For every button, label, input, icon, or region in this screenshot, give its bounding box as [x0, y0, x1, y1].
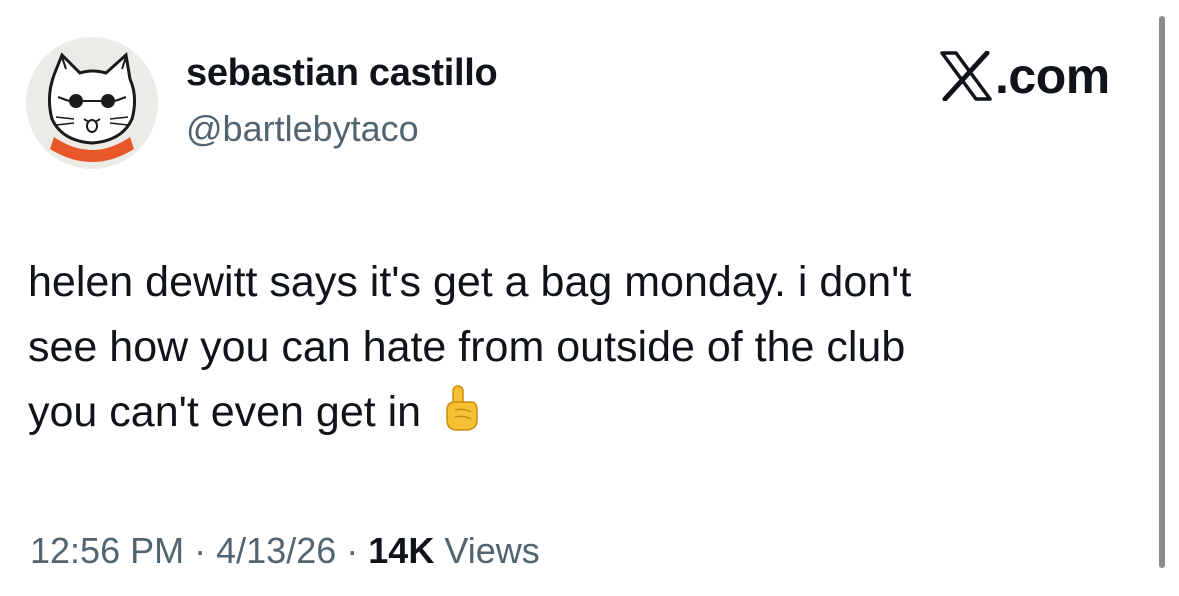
meta-separator: ·	[194, 530, 207, 571]
x-com-watermark: .com	[940, 46, 1110, 106]
views-label[interactable]: Views	[444, 530, 539, 571]
tweet-time[interactable]: 12:56 PM	[30, 530, 184, 571]
tweet-line: see how you can hate from outside of the…	[28, 323, 906, 371]
brand-domain-suffix: .com	[995, 48, 1110, 104]
scrollbar[interactable]	[1159, 16, 1165, 568]
meta-separator: ·	[346, 530, 359, 571]
tweet-line: helen dewitt says it's get a bag monday.…	[28, 258, 912, 306]
views-count[interactable]: 14K	[368, 530, 434, 571]
tweet-line-last: you can't even get in	[28, 380, 1108, 451]
author-display-name[interactable]: sebastian castillo	[186, 52, 498, 95]
cat-avatar-icon	[47, 52, 137, 162]
tweet-meta: 12:56 PM · 4/13/26 · 14K Views	[30, 530, 540, 572]
avatar[interactable]	[26, 37, 158, 169]
author-handle[interactable]: @bartlebytaco	[186, 108, 419, 150]
x-logo-icon	[940, 51, 992, 101]
tweet-line: you can't even get in	[28, 388, 422, 436]
tweet-date[interactable]: 4/13/26	[216, 530, 336, 571]
tweet-text: helen dewitt says it's get a bag monday.…	[28, 250, 1108, 451]
index-pointing-up-emoji-icon	[441, 384, 481, 451]
